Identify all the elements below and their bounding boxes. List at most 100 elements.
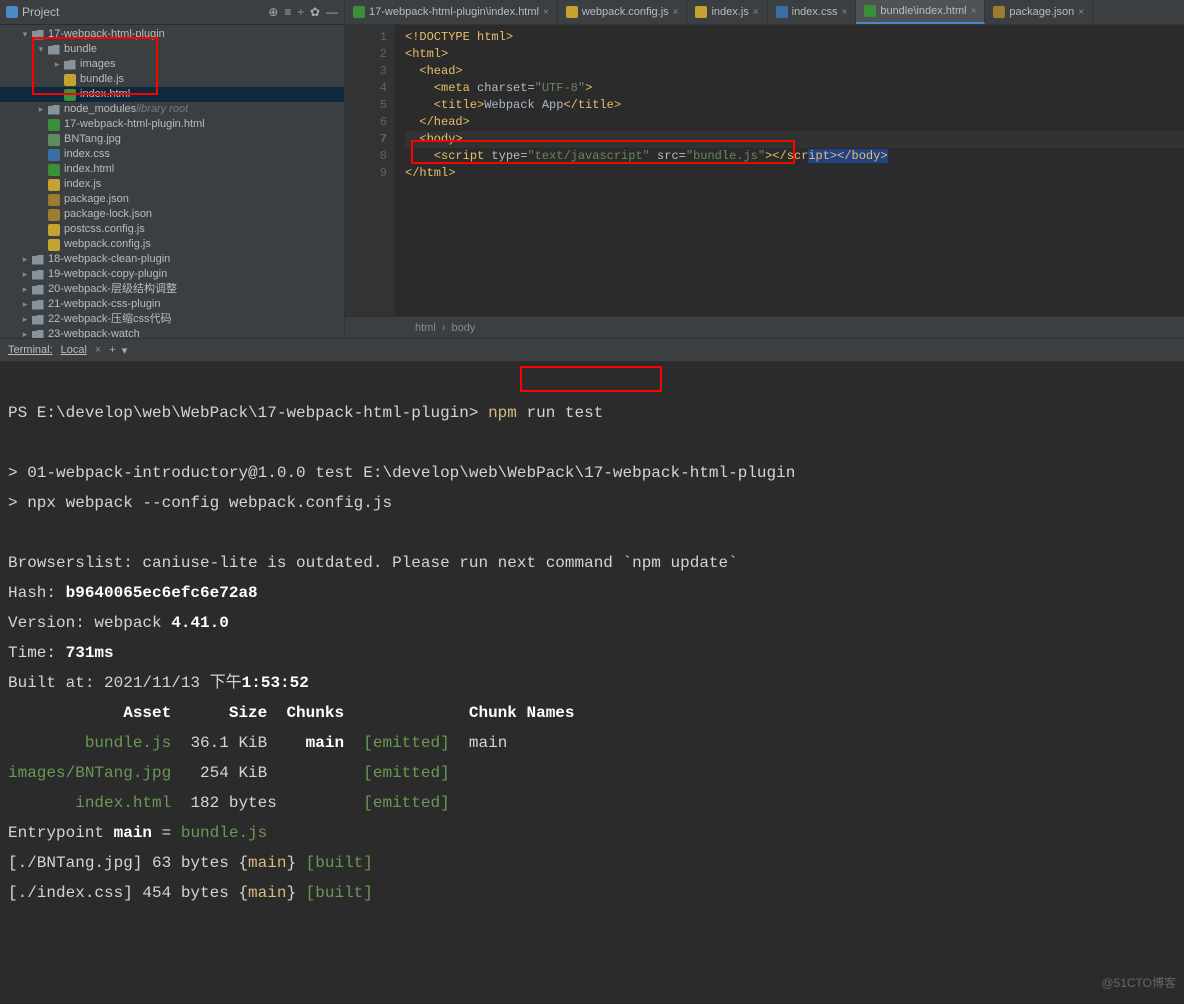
tree-label: BNTang.jpg — [64, 132, 121, 147]
tree-arrow-icon[interactable]: ▸ — [20, 267, 30, 282]
folder-icon — [30, 253, 45, 266]
tree-label: 20-webpack-层级结构调整 — [48, 282, 177, 297]
tree-row[interactable]: ▾ bundle — [0, 42, 344, 57]
terminal-tab[interactable]: Local — [61, 344, 87, 356]
tree-row[interactable]: ▸ 20-webpack-层级结构调整 — [0, 282, 344, 297]
tree-row[interactable]: ▸22-webpack-压缩css代码 — [0, 312, 344, 327]
line-number: 4 — [345, 80, 387, 97]
tree-row[interactable]: package.json — [0, 192, 344, 207]
project-panel: Project ⊕ ≡ ÷ ✿ — ▾17-webpack-html-plugi… — [0, 0, 345, 338]
tree-row[interactable]: ▸ 18-webpack-clean-plugin — [0, 252, 344, 267]
term-line: Built at: 2021/11/13 下午1:53:52 — [8, 674, 309, 692]
img-icon — [46, 133, 61, 146]
tree-dim: library root — [136, 102, 188, 117]
close-icon[interactable]: × — [841, 7, 847, 18]
tree-row[interactable]: index.html — [0, 87, 344, 102]
tree-label: 18-webpack-clean-plugin — [48, 252, 170, 267]
term-line: > 01-webpack-introductory@1.0.0 test E:\… — [8, 464, 795, 482]
tree-arrow-icon[interactable]: ▸ — [20, 282, 30, 297]
tree-row[interactable]: webpack.config.js — [0, 237, 344, 252]
tree-row[interactable]: ▸19-webpack-copy-plugin — [0, 267, 344, 282]
tree-label: index.html — [64, 162, 114, 177]
editor-tab[interactable]: index.css× — [768, 0, 857, 24]
line-number: 9 — [345, 165, 387, 182]
collapse-all-icon[interactable]: ≡ — [284, 5, 291, 19]
new-session-icon[interactable]: + — [109, 344, 115, 357]
terminal-body[interactable]: PS E:\develop\web\WebPack\17-webpack-htm… — [0, 362, 1184, 1004]
tree-arrow-icon[interactable]: ▸ — [52, 57, 62, 72]
folder-icon — [30, 28, 45, 41]
editor-tab[interactable]: package.json × — [985, 0, 1093, 24]
tab-label: index.js — [711, 6, 748, 18]
tree-label: postcss.config.js — [64, 222, 145, 237]
term-line: [./index.css] 454 bytes {main} [built] — [8, 884, 373, 902]
watermark: @51CTO博客 — [1101, 968, 1176, 998]
hide-panel-icon[interactable]: — — [326, 5, 338, 19]
term-line: PS E:\develop\web\WebPack\17-webpack-htm… — [8, 404, 603, 422]
term-line: [./BNTang.jpg] 63 bytes {main} [built] — [8, 854, 373, 872]
tree-label: 23-webpack-watch — [48, 327, 140, 338]
terminal-options-icon[interactable]: ▾ — [122, 344, 128, 357]
editor-tab[interactable]: webpack.config.js× — [558, 0, 688, 24]
code-line: <body> — [419, 132, 462, 146]
code-line: <head> — [419, 64, 462, 78]
code-str: "UTF-8" — [535, 81, 585, 95]
tree-row[interactable]: bundle.js — [0, 72, 344, 87]
code-editor[interactable]: <!DOCTYPE html> <html> <head> <meta char… — [395, 25, 1184, 316]
tree-row[interactable]: 17-webpack-html-plugin.html — [0, 117, 344, 132]
json-icon — [46, 208, 61, 221]
close-icon[interactable]: × — [971, 6, 977, 17]
close-icon[interactable]: × — [673, 7, 679, 18]
tree-arrow-icon[interactable]: ▾ — [36, 42, 46, 57]
editor-tab[interactable]: bundle\index.html× — [856, 0, 985, 24]
folder-icon — [30, 283, 45, 296]
locate-icon[interactable]: ⊕ — [268, 5, 278, 19]
tab-label: package.json — [1009, 6, 1074, 18]
tree-row[interactable]: postcss.config.js — [0, 222, 344, 237]
html-icon — [62, 88, 77, 101]
breadcrumb[interactable]: html › body — [345, 316, 1184, 338]
tree-arrow-icon[interactable]: ▸ — [20, 297, 30, 312]
tree-row[interactable]: ▸21-webpack-css-plugin — [0, 297, 344, 312]
close-icon[interactable]: × — [543, 7, 549, 18]
tab-label: 17-webpack-html-plugin\index.html — [369, 6, 539, 18]
tree-row[interactable]: BNTang.jpg — [0, 132, 344, 147]
project-header: Project ⊕ ≡ ÷ ✿ — — [0, 0, 344, 25]
terminal-tab-close-icon[interactable]: × — [95, 344, 101, 356]
tree-arrow-icon[interactable]: ▸ — [20, 327, 30, 338]
breadcrumb-item[interactable]: body — [451, 322, 475, 334]
editor-tab[interactable]: index.js × — [687, 0, 767, 24]
tree-arrow-icon[interactable]: ▸ — [36, 102, 46, 117]
close-icon[interactable]: × — [1078, 7, 1084, 18]
tree-arrow-icon[interactable]: ▾ — [20, 27, 30, 42]
css-icon — [776, 6, 788, 18]
tree-label: bundle — [64, 42, 97, 57]
project-title: Project — [22, 5, 59, 19]
tree-row[interactable]: index.js — [0, 177, 344, 192]
code-tag: ipt></body> — [808, 149, 887, 163]
editor-tab[interactable]: 17-webpack-html-plugin\index.html × — [345, 0, 558, 24]
css-icon — [46, 148, 61, 161]
folder-icon — [30, 268, 45, 281]
editor-tabs[interactable]: 17-webpack-html-plugin\index.html×webpac… — [345, 0, 1184, 25]
tree-row[interactable]: ▸ node_modules library root — [0, 102, 344, 117]
close-icon[interactable]: × — [753, 7, 759, 18]
expand-icon[interactable]: ÷ — [297, 5, 304, 19]
code-tag: <script — [434, 149, 492, 163]
tree-row[interactable]: ▸images — [0, 57, 344, 72]
tree-label: node_modules — [64, 102, 136, 117]
breadcrumb-item[interactable]: html — [415, 322, 436, 334]
json-icon — [46, 193, 61, 206]
tree-arrow-icon[interactable]: ▸ — [20, 252, 30, 267]
tree-arrow-icon[interactable]: ▸ — [20, 312, 30, 327]
tree-row[interactable]: ▸ 23-webpack-watch — [0, 327, 344, 338]
tree-row[interactable]: index.css — [0, 147, 344, 162]
tree-row[interactable]: ▾17-webpack-html-plugin — [0, 27, 344, 42]
tree-row[interactable]: index.html — [0, 162, 344, 177]
term-line: index.html 182 bytes [emitted] — [8, 794, 469, 812]
project-icon — [6, 6, 18, 18]
tree-row[interactable]: package-lock.json — [0, 207, 344, 222]
settings-icon[interactable]: ✿ — [310, 5, 320, 19]
line-number: 8 — [345, 148, 387, 165]
project-tree[interactable]: ▾17-webpack-html-plugin▾ bundle▸imagesbun… — [0, 25, 344, 338]
